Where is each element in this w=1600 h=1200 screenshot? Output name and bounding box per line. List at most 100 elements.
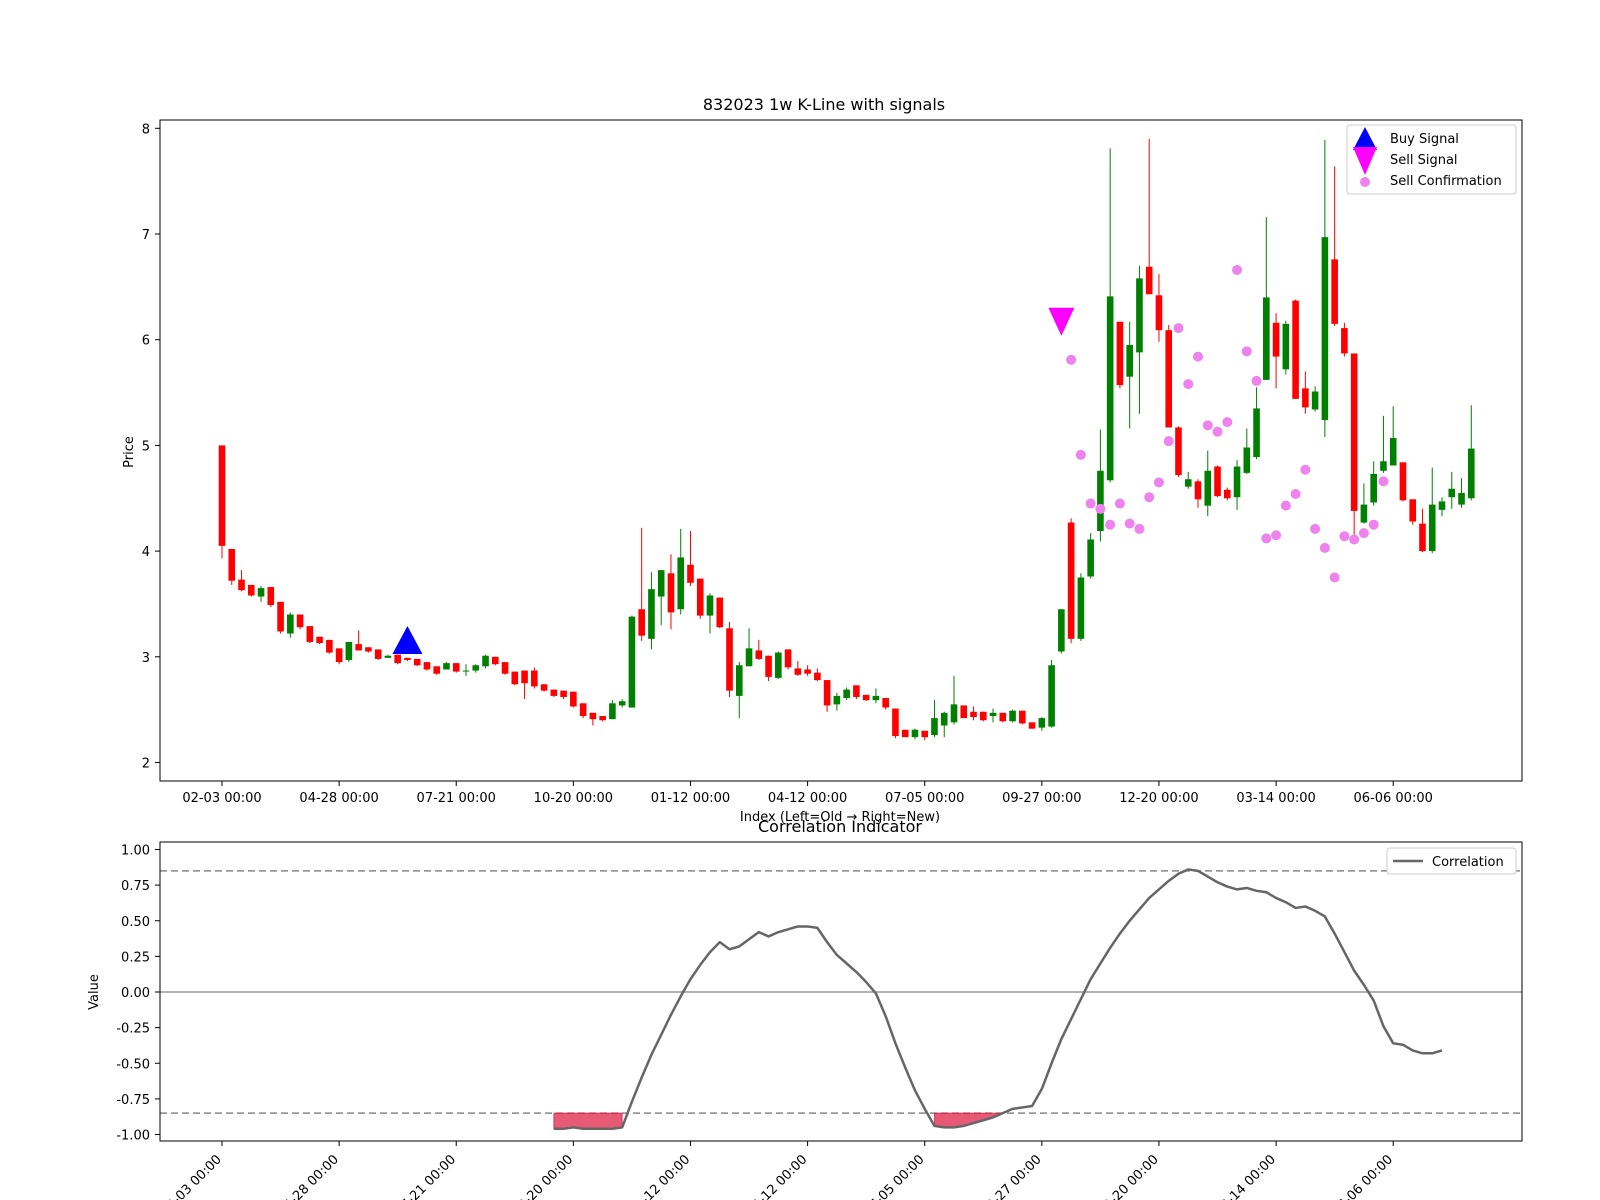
candle-body [648, 589, 655, 639]
candle-body [1321, 237, 1329, 421]
candle-body [238, 579, 245, 591]
kline-plot-area: 2 3 4 5 6 7 8 02-03 00:00 04-28 00:00 07-21 00:00… [142, 122, 1475, 806]
candle-body [287, 614, 294, 634]
candle-body [570, 691, 577, 707]
sell-confirmation-marker [1163, 436, 1174, 447]
candle-body [833, 695, 841, 705]
sell-confirmation-marker [1280, 500, 1291, 511]
candle-body [950, 704, 958, 723]
candle-body [1253, 408, 1260, 458]
candle-body [677, 557, 685, 610]
candle-body [1038, 718, 1046, 728]
candle-body [716, 597, 724, 628]
candle-body [1223, 489, 1231, 499]
candle-body [267, 587, 275, 606]
candle-body [931, 718, 938, 736]
sell-confirmation-marker [1241, 346, 1252, 357]
candle-body [1116, 321, 1124, 386]
sell-confirmation-marker [1300, 464, 1311, 475]
candle-body [979, 711, 987, 721]
candle-body [745, 648, 753, 667]
candle-body [794, 668, 802, 675]
candle-body [1380, 461, 1387, 471]
kline-x-tick-label: 02-03 00:00 [182, 791, 261, 806]
sell-confirmation-marker [1378, 476, 1389, 487]
sell-confirmation-marker [1212, 426, 1223, 437]
candle-body [1467, 448, 1475, 499]
candle-body [735, 665, 743, 696]
kline-x-tick-label: 06-06 00:00 [1354, 791, 1433, 806]
kline-x-tick-label: 07-21 00:00 [417, 791, 496, 806]
candle-body [247, 584, 255, 596]
candle-body [355, 644, 362, 651]
candle-body [628, 616, 636, 708]
price-y-tick-label: 2 [142, 757, 150, 772]
sell-confirmation-legend-marker [1360, 177, 1370, 187]
kline-x-tick-label: 12-20 00:00 [1119, 791, 1198, 806]
candle-body [1184, 479, 1192, 487]
candle-body [1077, 577, 1085, 639]
candle-body [462, 670, 470, 672]
candle-body [862, 694, 870, 701]
candle-body [277, 601, 284, 632]
sell-confirmation-marker [1202, 420, 1213, 431]
sell-confirmation-legend-label: Sell Confirmation [1390, 174, 1502, 189]
correlation-chart-title: Correlation Indicator [758, 817, 922, 836]
candle-body [1409, 499, 1417, 522]
price-y-tick-label: 6 [142, 334, 150, 349]
sell-confirmation-marker [1368, 519, 1379, 530]
correlation-x-tick-label: 03-14 00:00 [1212, 1152, 1279, 1200]
correlation-x-tick-label: 06-06 00:00 [1329, 1152, 1396, 1200]
candle-body [579, 703, 587, 716]
sell-confirmation-marker [1329, 572, 1340, 583]
sell-confirmation-marker [1193, 351, 1203, 362]
sell-confirmation-marker [1173, 323, 1184, 334]
price-y-tick-label: 5 [142, 439, 150, 454]
candle-body [491, 656, 499, 665]
candle-body [384, 655, 392, 658]
value-y-tick-label: 0.75 [121, 879, 150, 894]
candle-body [296, 614, 304, 628]
kline-x-tick-label: 07-05 00:00 [885, 791, 964, 806]
correlation-x-tick-label: 07-05 00:00 [861, 1152, 928, 1200]
candle-body [1175, 427, 1182, 475]
candle-body [1019, 710, 1026, 724]
candle-body [804, 669, 811, 674]
candle-body [911, 729, 919, 738]
value-y-tick-label: 0.25 [121, 950, 150, 965]
kline-x-tick-label: 03-14 00:00 [1236, 791, 1315, 806]
candle-body [1165, 330, 1173, 428]
candle-body [657, 570, 665, 597]
candle-body [706, 595, 714, 616]
candle-body [531, 670, 538, 687]
correlation-series-line [553, 868, 1443, 1131]
candle-body [618, 701, 626, 706]
candle-body [901, 729, 909, 738]
candle-body [1145, 266, 1153, 295]
candle-body [940, 712, 948, 726]
candle-body [1419, 523, 1426, 552]
kline-x-tick-label: 01-12 00:00 [651, 791, 730, 806]
candle-body [1009, 710, 1016, 722]
correlation-x-tick-label: 02-03 00:00 [158, 1152, 225, 1200]
candle-body [550, 689, 558, 696]
candle-body [1282, 323, 1290, 370]
correlation-y-axis-label: Value [87, 974, 102, 1010]
candle-body [394, 654, 401, 664]
candle-body [843, 689, 850, 699]
candle-body [1302, 388, 1309, 408]
sell-confirmation-marker [1124, 518, 1135, 529]
candle-body [687, 564, 694, 583]
correlation-legend: Correlation [1386, 847, 1517, 875]
candle-body [482, 655, 489, 667]
candle-body [1360, 504, 1368, 523]
candle-body [755, 650, 763, 659]
candle-body [1126, 344, 1133, 377]
kline-chart: 832023 1w K-Line with signals 2 3 4 5 6 7 8 02-… [122, 95, 1523, 825]
candle-body [638, 609, 645, 636]
candle-body [667, 573, 675, 613]
value-y-tick-label: -1.00 [116, 1129, 150, 1144]
candle-body [599, 715, 606, 721]
candle-body [872, 695, 880, 701]
candle-body [1399, 462, 1407, 501]
